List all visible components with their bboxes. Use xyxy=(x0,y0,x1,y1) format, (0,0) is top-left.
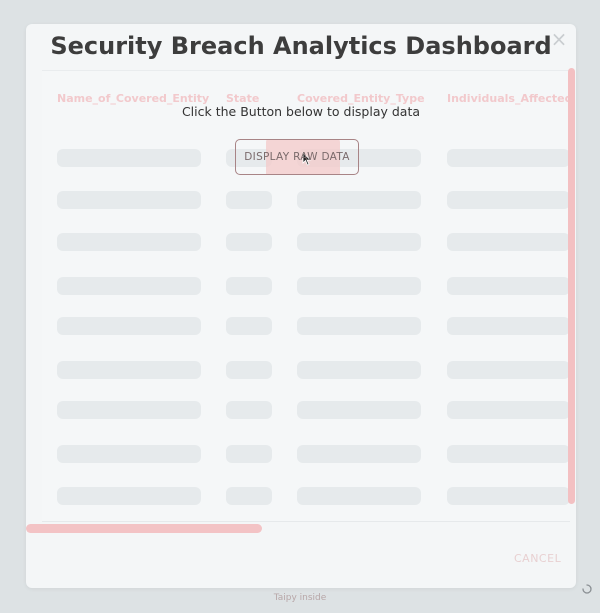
skeleton-cell xyxy=(447,401,570,419)
skeleton-cell xyxy=(447,149,570,167)
data-table: Name_of_Covered_Entity State Covered_Ent… xyxy=(42,70,572,522)
skeleton-cell xyxy=(57,487,201,505)
skeleton-cell xyxy=(226,487,272,505)
skeleton-cell xyxy=(297,233,421,251)
skeleton-cell xyxy=(57,149,201,167)
skeleton-cell xyxy=(447,233,570,251)
loading-spinner-icon xyxy=(582,584,592,594)
skeleton-cell xyxy=(226,191,272,209)
skeleton-cell xyxy=(57,361,201,379)
skeleton-cell xyxy=(57,317,201,335)
skeleton-cell xyxy=(297,361,421,379)
close-icon[interactable]: × xyxy=(550,29,568,49)
skeleton-cell xyxy=(57,401,201,419)
skeleton-cell xyxy=(297,191,421,209)
skeleton-cell xyxy=(57,445,201,463)
skeleton-cell xyxy=(226,445,272,463)
vertical-scrollbar[interactable] xyxy=(568,68,575,504)
skeleton-cell xyxy=(226,401,272,419)
skeleton-cell xyxy=(447,361,570,379)
skeleton-cell xyxy=(447,277,570,295)
button-label: DISPLAY RAW DATA xyxy=(244,151,350,163)
horizontal-scrollbar[interactable] xyxy=(26,524,262,533)
dialog: Security Breach Analytics Dashboard × Na… xyxy=(26,24,576,588)
skeleton-cell xyxy=(447,317,570,335)
cancel-button[interactable]: CANCEL xyxy=(514,552,561,565)
skeleton-cell xyxy=(57,277,201,295)
skeleton-cell xyxy=(297,401,421,419)
skeleton-cell xyxy=(297,487,421,505)
skeleton-cell xyxy=(297,317,421,335)
footer-credit: Taipy inside xyxy=(273,593,327,603)
skeleton-cell xyxy=(447,191,570,209)
display-raw-data-button[interactable]: DISPLAY RAW DATA xyxy=(235,139,359,175)
skeleton-cell xyxy=(226,233,272,251)
skeleton-cell xyxy=(226,361,272,379)
skeleton-cell xyxy=(297,445,421,463)
skeleton-cell xyxy=(57,191,201,209)
dialog-title: Security Breach Analytics Dashboard xyxy=(50,32,552,60)
skeleton-cell xyxy=(447,487,570,505)
skeleton-cell xyxy=(226,277,272,295)
skeleton-cell xyxy=(297,277,421,295)
skeleton-cell xyxy=(57,233,201,251)
skeleton-cell xyxy=(447,445,570,463)
skeleton-cell xyxy=(226,317,272,335)
instruction-text: Click the Button below to display data xyxy=(181,104,421,119)
